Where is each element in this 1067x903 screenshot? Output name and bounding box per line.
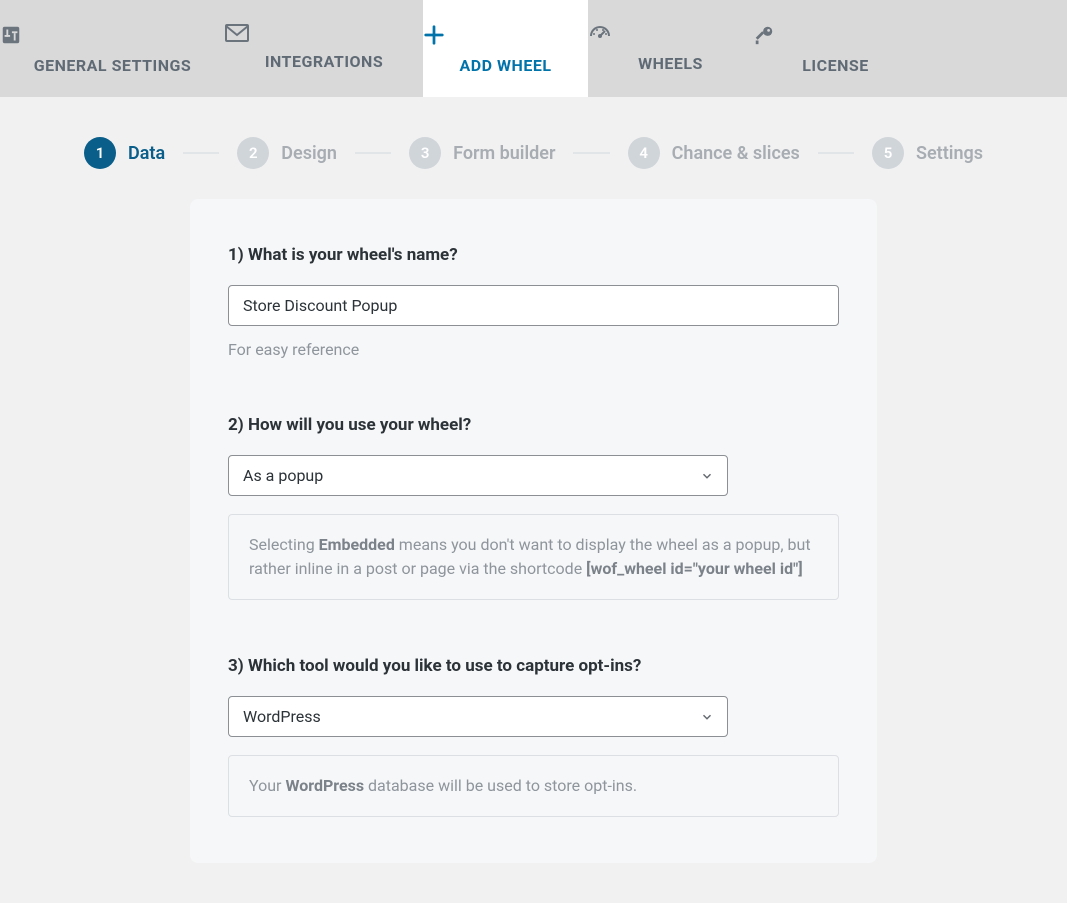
usage-select[interactable]: As a popup bbox=[228, 455, 728, 496]
step-label: Data bbox=[128, 143, 165, 164]
step-label: Settings bbox=[916, 143, 983, 164]
step-number: 2 bbox=[237, 137, 269, 169]
tab-add-wheel[interactable]: ADD WHEEL bbox=[423, 0, 588, 97]
q1-hint: For easy reference bbox=[228, 340, 839, 359]
step-label: Form builder bbox=[453, 143, 555, 164]
wizard-stepper: 1 Data 2 Design 3 Form builder 4 Chance … bbox=[0, 97, 1067, 199]
usage-select-wrap: As a popup bbox=[228, 455, 728, 496]
help-text: database will be used to store opt-ins. bbox=[364, 776, 637, 795]
step-connector bbox=[183, 152, 219, 154]
q1-label: 1) What is your wheel's name? bbox=[228, 245, 839, 265]
step-settings[interactable]: 5 Settings bbox=[872, 137, 983, 169]
tab-general-settings[interactable]: GENERAL SETTINGS bbox=[0, 0, 225, 97]
step-label: Design bbox=[281, 143, 337, 164]
mail-icon bbox=[225, 24, 423, 42]
tab-wheels[interactable]: WHEELS bbox=[588, 0, 753, 97]
step-number: 1 bbox=[84, 137, 116, 169]
tab-label: LICENSE bbox=[802, 56, 868, 75]
step-chance-slices[interactable]: 4 Chance & slices bbox=[628, 137, 800, 169]
help-bold: [wof_wheel id="your wheel id"] bbox=[586, 559, 803, 578]
tab-license[interactable]: LICENSE bbox=[753, 0, 918, 97]
q2-label: 2) How will you use your wheel? bbox=[228, 415, 839, 435]
q2-help: Selecting Embedded means you don't want … bbox=[228, 514, 839, 600]
step-number: 5 bbox=[872, 137, 904, 169]
tab-label: ADD WHEEL bbox=[460, 56, 552, 75]
optin-tool-select-wrap: WordPress bbox=[228, 696, 728, 737]
data-step-form: 1) What is your wheel's name? For easy r… bbox=[190, 199, 877, 863]
q3-label: 3) Which tool would you like to use to c… bbox=[228, 656, 839, 676]
q3-help: Your WordPress database will be used to … bbox=[228, 755, 839, 817]
gauge-icon bbox=[588, 24, 753, 44]
optin-tool-select[interactable]: WordPress bbox=[228, 696, 728, 737]
tab-label: WHEELS bbox=[638, 54, 703, 73]
step-form-builder[interactable]: 3 Form builder bbox=[409, 137, 555, 169]
sliders-icon bbox=[0, 24, 225, 46]
help-text: Your bbox=[249, 776, 285, 795]
tab-integrations[interactable]: INTEGRATIONS bbox=[225, 0, 423, 97]
help-bold: WordPress bbox=[285, 776, 364, 795]
key-icon bbox=[753, 24, 918, 46]
wheel-name-input[interactable] bbox=[228, 285, 839, 326]
help-text: Selecting bbox=[249, 535, 319, 554]
tab-label: INTEGRATIONS bbox=[265, 52, 383, 71]
step-connector bbox=[573, 152, 609, 154]
tab-label: GENERAL SETTINGS bbox=[34, 56, 192, 75]
step-connector bbox=[818, 152, 854, 154]
step-data[interactable]: 1 Data bbox=[84, 137, 165, 169]
plus-icon bbox=[423, 24, 588, 46]
step-connector bbox=[355, 152, 391, 154]
step-label: Chance & slices bbox=[672, 143, 800, 164]
step-number: 3 bbox=[409, 137, 441, 169]
step-number: 4 bbox=[628, 137, 660, 169]
top-tabs: GENERAL SETTINGS INTEGRATIONS ADD WHEEL … bbox=[0, 0, 1067, 97]
help-bold: Embedded bbox=[319, 535, 395, 554]
step-design[interactable]: 2 Design bbox=[237, 137, 337, 169]
